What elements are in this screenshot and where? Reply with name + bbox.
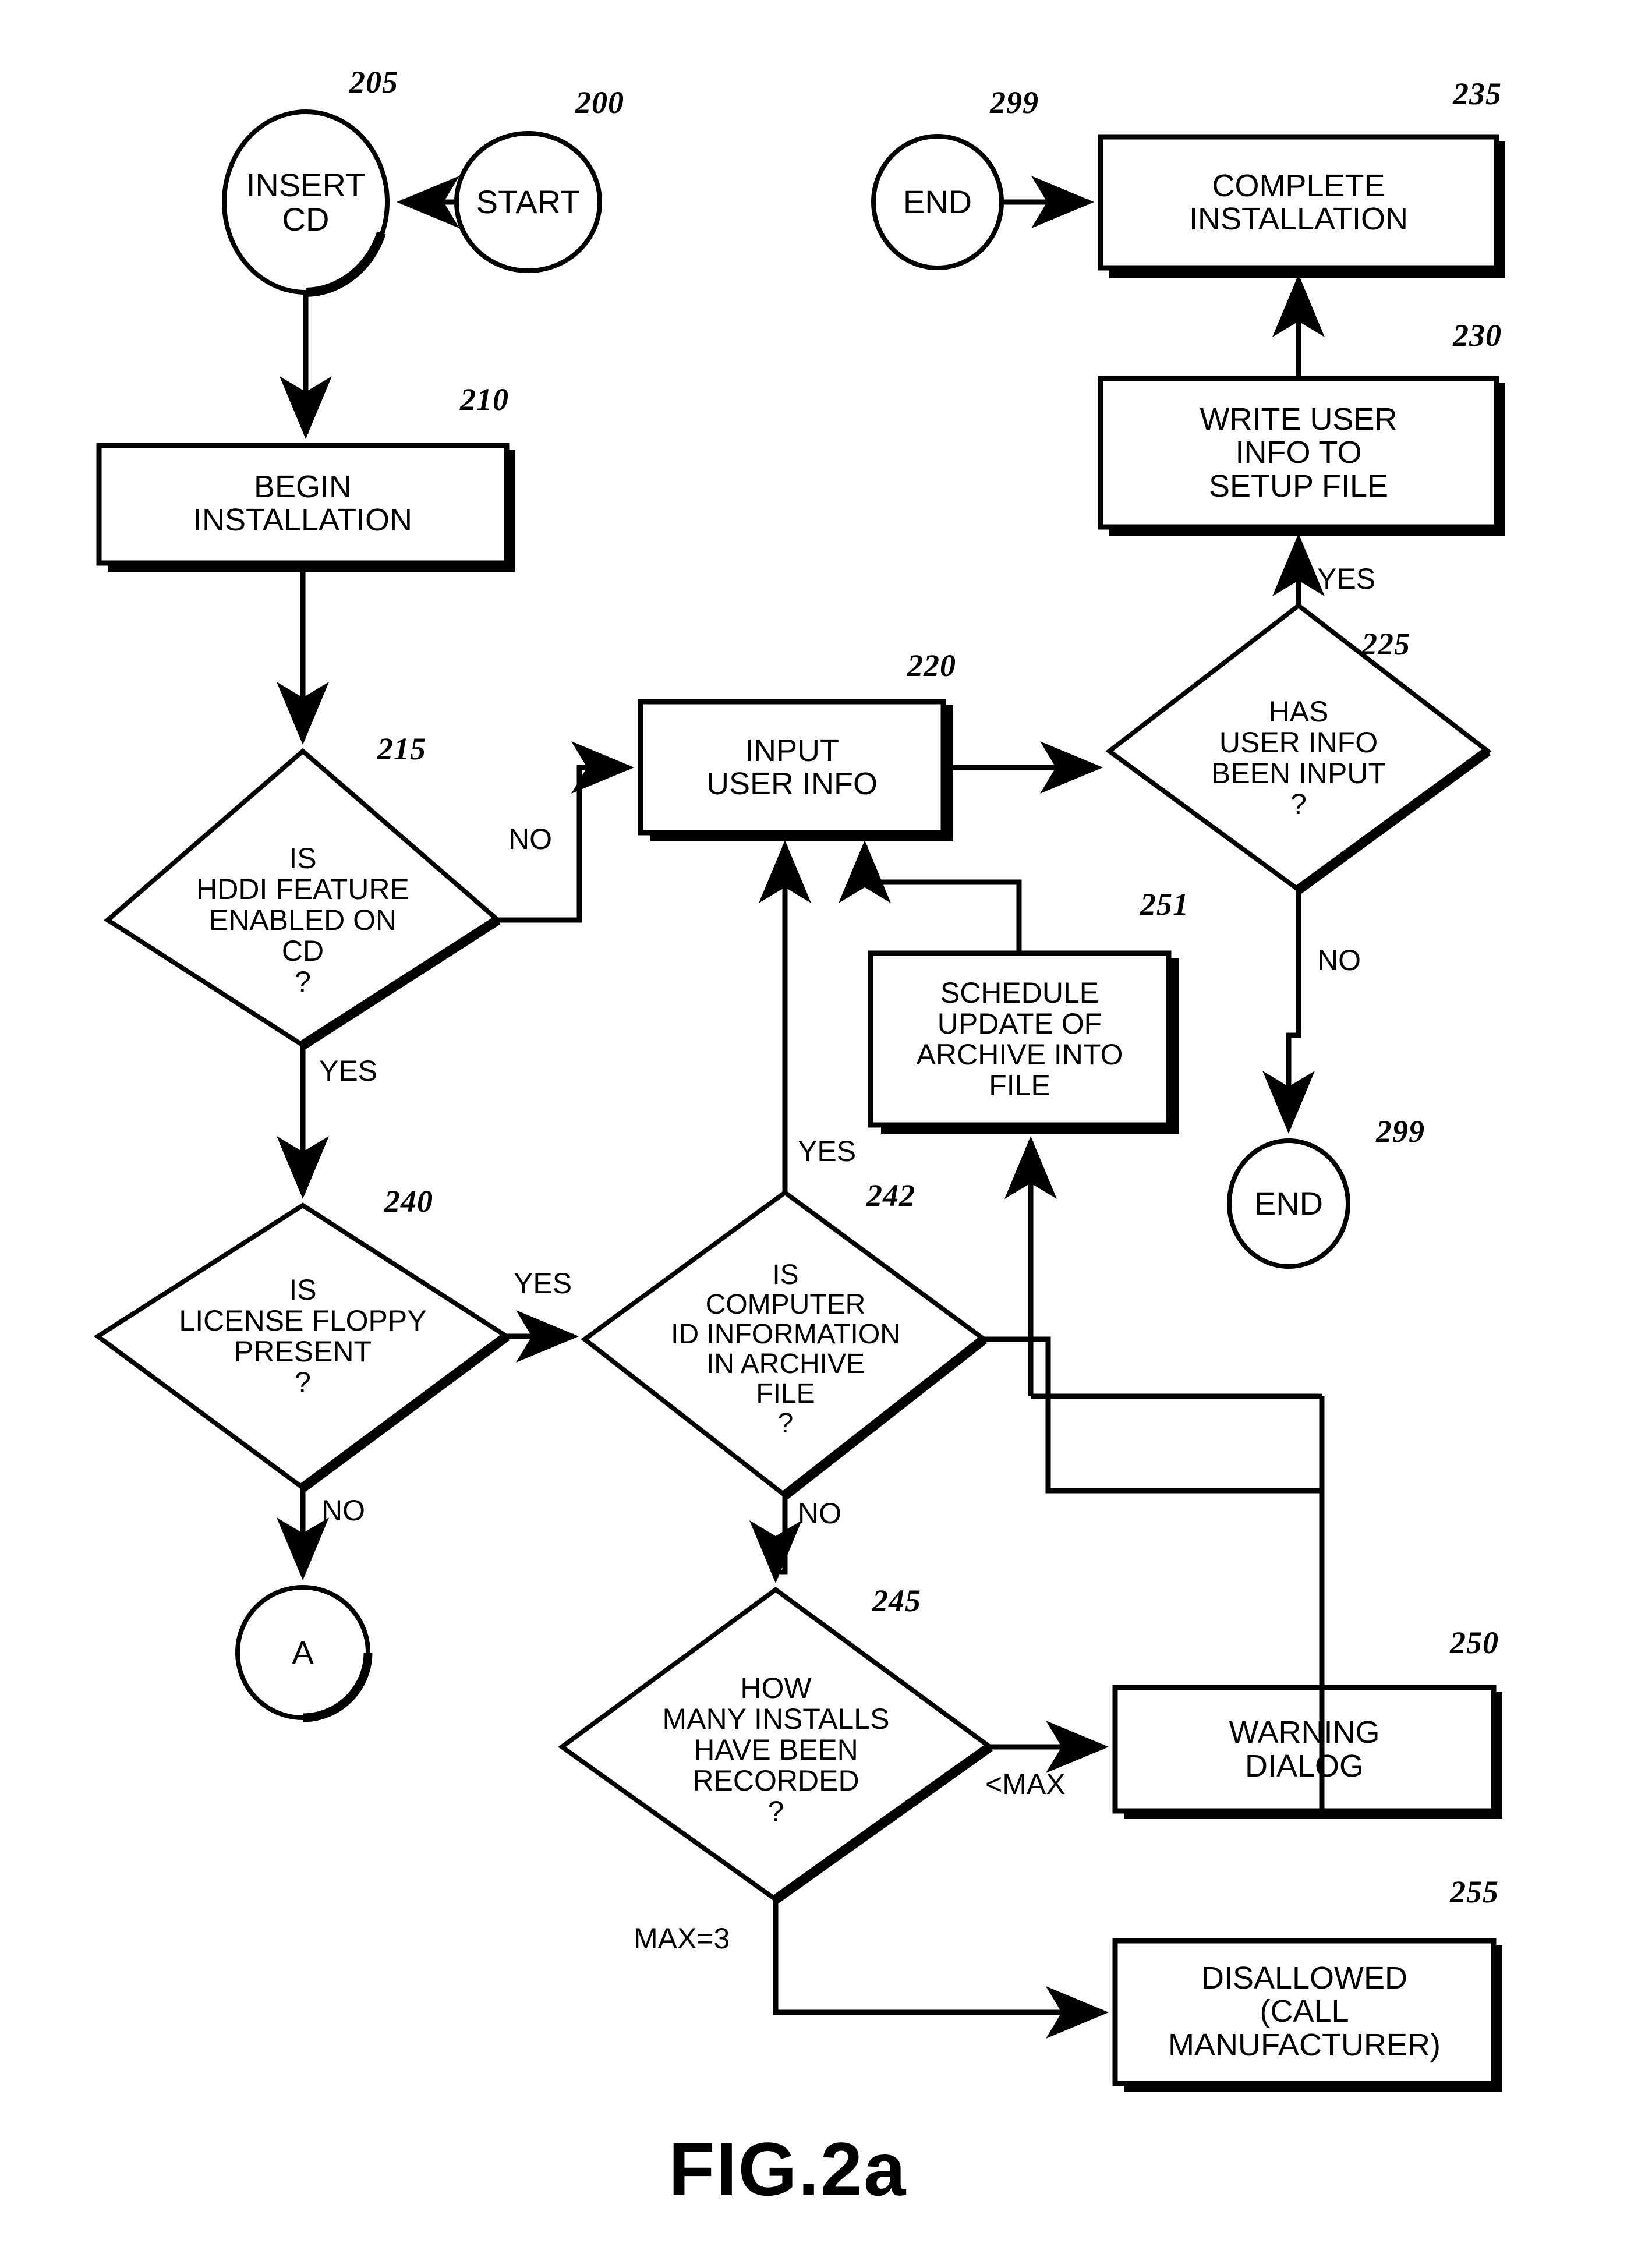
edge-label-installs-max: MAX=3 — [634, 1922, 730, 1955]
ref-number-200: 200 — [575, 85, 624, 120]
edge-label-compid-yes: YES — [798, 1135, 857, 1167]
ref-number-235: 235 — [1453, 76, 1502, 111]
edge-label-hddi-yes: YES — [319, 1055, 378, 1087]
ref-number-245: 245 — [872, 1583, 921, 1618]
ref-number-251: 251 — [1140, 887, 1189, 922]
ref-number-242: 242 — [866, 1178, 915, 1213]
figure-caption: FIG.2a — [668, 2127, 907, 2212]
edge-label-license-yes: YES — [514, 1267, 572, 1300]
ref-number-299-mid: 299 — [1376, 1114, 1425, 1149]
ref-number-225: 225 — [1361, 627, 1410, 661]
ref-number-299-top: 299 — [990, 85, 1039, 120]
ref-number-215: 215 — [377, 731, 426, 766]
edge-label-has-user-no: NO — [1317, 944, 1361, 976]
ref-number-220: 220 — [907, 648, 956, 683]
edge-label-hddi-no: NO — [508, 823, 552, 855]
ref-number-250: 250 — [1450, 1625, 1499, 1660]
ref-number-230: 230 — [1453, 318, 1502, 353]
edge-label-installs-lt-max: <MAX — [985, 1768, 1066, 1800]
ref-number-205: 205 — [349, 65, 398, 100]
ref-number-255: 255 — [1450, 1874, 1499, 1909]
edge-label-license-no: NO — [321, 1494, 365, 1527]
patent-figure-sheet: START 200 INSERT CD 205 BEGIN INSTALLATI… — [0, 0, 1652, 2268]
ref-number-240: 240 — [384, 1184, 433, 1219]
ref-number-210: 210 — [460, 382, 509, 417]
edge-label-compid-no: NO — [798, 1497, 841, 1530]
edge-label-has-user-yes: YES — [1317, 562, 1376, 595]
